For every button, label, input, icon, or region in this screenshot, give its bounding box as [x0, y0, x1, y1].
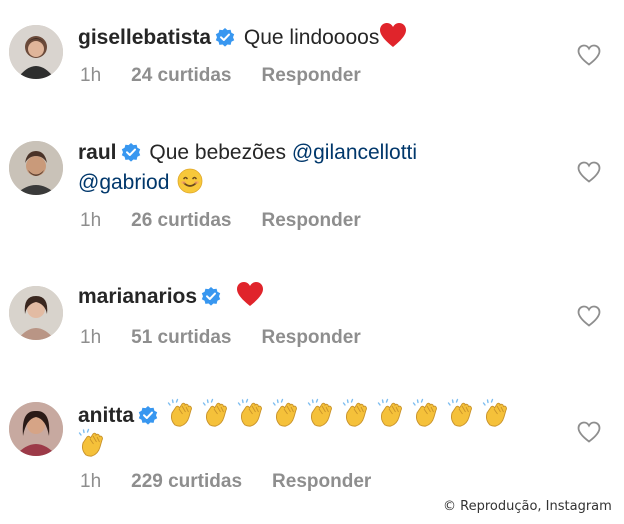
likes-count[interactable]: 51 curtidas	[131, 327, 231, 349]
avatar[interactable]	[9, 141, 63, 195]
timestamp: 1h	[80, 471, 102, 492]
comment-meta: 1h 229 curtidas Responder	[80, 471, 371, 493]
verified-badge-icon	[215, 27, 235, 47]
username[interactable]: anitta	[78, 404, 134, 427]
timestamp: 1h	[80, 210, 102, 231]
verified-badge-icon	[138, 405, 158, 425]
reply-button[interactable]: Responder	[261, 210, 360, 232]
likes-count[interactable]: 24 curtidas	[131, 65, 231, 87]
heart-outline-icon[interactable]	[577, 305, 601, 327]
timestamp: 1h	[80, 65, 102, 86]
mention-link[interactable]: @gabriod	[78, 171, 169, 194]
username[interactable]: raul	[78, 141, 117, 164]
comment-meta: 1h 51 curtidas Responder	[80, 327, 361, 349]
likes-count[interactable]: 229 curtidas	[131, 471, 242, 493]
comment-text: Que lindoooos	[243, 26, 380, 49]
comment-text-line-2	[78, 428, 113, 462]
clapping-hands-emoji	[237, 398, 270, 428]
comment-text-line: raul Que bebezões @gilancellotti	[78, 137, 417, 169]
photo-credit: © Reprodução, Instagram	[443, 499, 612, 514]
clapping-hands-emoji	[78, 428, 111, 458]
comment-text-line: gisellebatista Que lindoooos	[78, 22, 407, 54]
username[interactable]: marianarios	[78, 285, 197, 308]
red-heart-emoji	[379, 22, 407, 48]
reply-button[interactable]: Responder	[272, 471, 371, 493]
timestamp: 1h	[80, 327, 102, 348]
red-heart-emoji	[236, 281, 264, 307]
avatar[interactable]	[9, 402, 63, 456]
mention-link[interactable]: @gilancellotti	[292, 141, 417, 164]
clapping-hands-emoji	[202, 398, 235, 428]
clapping-hands-emoji	[307, 398, 340, 428]
heart-outline-icon[interactable]	[577, 161, 601, 183]
smiling-face-emoji	[177, 168, 203, 194]
avatar[interactable]	[9, 25, 63, 79]
verified-badge-icon	[201, 286, 221, 306]
comment-text-line: marianarios	[78, 281, 264, 313]
clapping-hands-emoji	[377, 398, 410, 428]
clapping-hands-emoji	[167, 398, 200, 428]
likes-count[interactable]: 26 curtidas	[131, 210, 231, 232]
username[interactable]: gisellebatista	[78, 26, 211, 49]
heart-outline-icon[interactable]	[577, 421, 601, 443]
clapping-hands-emoji	[447, 398, 480, 428]
clapping-hands-emoji	[412, 398, 445, 428]
clap-emoji-row-2	[78, 428, 113, 457]
reply-button[interactable]: Responder	[261, 327, 360, 349]
comment-text-line: anitta	[78, 398, 517, 432]
comment-text: Que bebezões	[149, 141, 286, 164]
comment-meta: 1h 26 curtidas Responder	[80, 210, 361, 232]
clapping-hands-emoji	[482, 398, 515, 428]
comment-meta: 1h 24 curtidas Responder	[80, 65, 361, 87]
clapping-hands-emoji	[342, 398, 375, 428]
reply-button[interactable]: Responder	[261, 65, 360, 87]
clap-emoji-row	[167, 398, 517, 427]
heart-outline-icon[interactable]	[577, 44, 601, 66]
comment-text-line-2: @gabriod	[78, 167, 203, 199]
verified-badge-icon	[121, 142, 141, 162]
clapping-hands-emoji	[272, 398, 305, 428]
avatar[interactable]	[9, 286, 63, 340]
